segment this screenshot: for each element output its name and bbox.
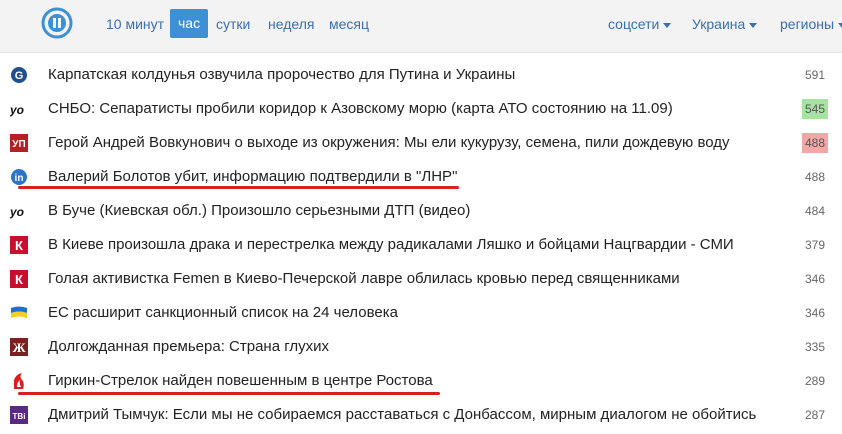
social-dropdown-label: соцсети — [608, 16, 660, 32]
period-week-link[interactable]: неделя — [268, 11, 314, 39]
news-item[interactable]: ЕС расширит санкционный список на 24 чел… — [0, 296, 842, 330]
svg-text:УП: УП — [12, 139, 25, 150]
chevron-down-icon — [749, 22, 758, 28]
uo-logo-icon: yo — [10, 103, 24, 117]
period-10-minutes-link[interactable]: 10 минут — [106, 11, 164, 39]
chevron-down-icon — [663, 22, 672, 28]
view-count: 545 — [801, 99, 828, 119]
news-title[interactable]: Герой Андрей Вовкунович о выходе из окру… — [48, 126, 730, 160]
period-month-link[interactable]: месяц — [329, 11, 369, 39]
svg-text:G: G — [15, 70, 24, 82]
social-dropdown[interactable]: соцсети — [608, 11, 672, 37]
news-title[interactable]: СНБО: Сепаратисты пробили коридор к Азов… — [48, 92, 673, 126]
svg-text:yo: yo — [10, 103, 24, 117]
news-item[interactable]: Ж Долгожданная премьера: Страна глухих 3… — [0, 330, 842, 364]
view-count: 379 — [804, 238, 825, 252]
country-dropdown-label: Украина — [692, 16, 746, 32]
view-count: 287 — [804, 408, 825, 422]
news-title[interactable]: ЕС расширит санкционный список на 24 чел… — [48, 296, 398, 330]
view-count: 488 — [804, 170, 825, 184]
svg-text:ТВі: ТВі — [13, 412, 26, 421]
svg-text:К: К — [15, 272, 23, 287]
regions-dropdown[interactable]: регионы — [780, 11, 842, 37]
zh-logo-icon: Ж — [10, 338, 28, 356]
news-item[interactable]: ТВі Дмитрий Тымчук: Если мы не собираемс… — [0, 398, 842, 432]
k-logo-icon: К — [10, 270, 28, 288]
view-count: 591 — [804, 68, 825, 82]
svg-text:Ж: Ж — [13, 340, 26, 355]
view-count: 488 — [801, 133, 828, 153]
red-underline-annotation — [18, 186, 459, 189]
regions-dropdown-label: регионы — [780, 16, 835, 32]
pause-logo-icon[interactable] — [41, 7, 73, 39]
ukraine-flag-icon — [11, 306, 27, 318]
news-title[interactable]: В Киеве произошла драка и перестрелка ме… — [48, 228, 734, 262]
news-title[interactable]: Дмитрий Тымчук: Если мы не собираемся ра… — [48, 398, 756, 432]
news-title[interactable]: Долгожданная премьера: Страна глухих — [48, 330, 329, 364]
top-navigation-bar: 10 минут час сутки неделя месяц соцсети … — [0, 0, 842, 53]
news-item[interactable]: К Голая активистка Femen в Киево-Печерск… — [0, 262, 842, 296]
flame-logo-icon — [14, 373, 24, 389]
news-title[interactable]: Карпатская колдунья озвучила пророчество… — [48, 58, 515, 92]
tvi-logo-icon: ТВі — [10, 406, 28, 424]
chevron-down-icon — [838, 22, 842, 28]
period-day-link[interactable]: сутки — [216, 11, 250, 39]
view-count: 335 — [804, 340, 825, 354]
red-underline-annotation — [18, 392, 440, 395]
up-logo-icon: УП — [10, 134, 28, 152]
news-title[interactable]: В Буче (Киевская обл.) Произошло серьезн… — [48, 194, 470, 228]
k-logo-icon: К — [10, 236, 28, 254]
svg-text:К: К — [15, 238, 23, 253]
news-item[interactable]: yo В Буче (Киевская обл.) Произошло серь… — [0, 194, 842, 228]
view-count: 289 — [804, 374, 825, 388]
tv-logo-icon: in — [11, 169, 27, 185]
news-item[interactable]: yo СНБО: Сепаратисты пробили коридор к А… — [0, 92, 842, 126]
news-title[interactable]: Голая активистка Femen в Киево-Печерской… — [48, 262, 680, 296]
svg-text:in: in — [15, 173, 24, 184]
country-dropdown[interactable]: Украина — [692, 11, 758, 37]
news-item[interactable]: G Карпатская колдунья озвучила пророчест… — [0, 58, 842, 92]
svg-text:yo: yo — [10, 205, 24, 219]
period-hour-tab[interactable]: час — [170, 9, 209, 38]
news-item[interactable]: К В Киеве произошла драка и перестрелка … — [0, 228, 842, 262]
korrespondent-logo-icon: G — [11, 67, 27, 83]
news-item[interactable]: УП Герой Андрей Вовкунович о выходе из о… — [0, 126, 842, 160]
view-count: 484 — [804, 204, 825, 218]
news-list: G Карпатская колдунья озвучила пророчест… — [0, 58, 842, 432]
view-count: 346 — [804, 306, 825, 320]
uo-logo-icon: yo — [10, 205, 24, 219]
view-count: 346 — [804, 272, 825, 286]
